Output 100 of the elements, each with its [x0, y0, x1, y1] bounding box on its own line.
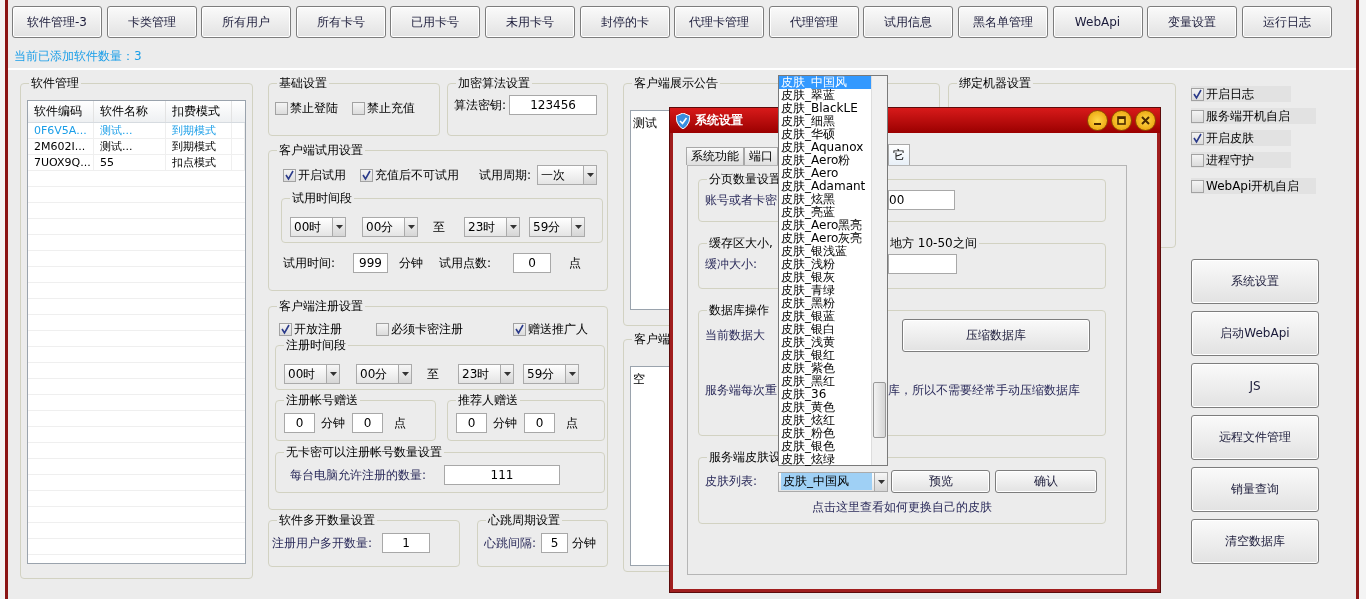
toolbar-button[interactable]: 代理卡管理	[674, 6, 765, 38]
list-item[interactable]: 皮肤_华硕	[779, 128, 871, 141]
dropdown[interactable]: 23时	[464, 217, 520, 237]
list-item[interactable]: 皮肤_银浅蓝	[779, 245, 871, 258]
checkbox[interactable]	[360, 168, 373, 182]
dropdown[interactable]: 00时	[290, 217, 346, 237]
list-item[interactable]: 皮肤_浅黄	[779, 336, 871, 349]
input-field[interactable]: 0	[524, 413, 555, 433]
checkbox[interactable]	[1191, 179, 1204, 193]
list-item[interactable]: 皮肤_BlackLE	[779, 102, 871, 115]
action-button[interactable]: 系统设置	[1191, 259, 1319, 304]
list-item[interactable]: 皮肤_翠蓝	[779, 89, 871, 102]
toolbar-button[interactable]: 卡类管理	[106, 6, 197, 38]
action-button[interactable]: JS	[1191, 363, 1319, 408]
list-item[interactable]: 皮肤_银蓝	[779, 310, 871, 323]
checkbox[interactable]	[1191, 131, 1204, 145]
list-item[interactable]: 皮肤_炫黑	[779, 193, 871, 206]
checkbox[interactable]	[275, 102, 288, 115]
list-item[interactable]: 皮肤_银白	[779, 323, 871, 336]
list-item[interactable]: 皮肤_浅粉	[779, 258, 871, 271]
list-item[interactable]: 皮肤_Aero	[779, 167, 871, 180]
input-field[interactable]: 5	[541, 533, 569, 553]
tab[interactable]: 它	[888, 144, 910, 165]
list-item[interactable]: 皮肤_Aquanox	[779, 141, 871, 154]
dropdown[interactable]: 皮肤_中国风	[778, 471, 888, 492]
list-item[interactable]: 皮肤_炫红	[779, 414, 871, 427]
input-field[interactable]: 111	[444, 465, 561, 485]
list-item[interactable]: 皮肤_紫色	[779, 362, 871, 375]
list-item[interactable]: 皮肤_银灰	[779, 271, 871, 284]
list-item[interactable]: 皮肤_银红	[779, 349, 871, 362]
list-item[interactable]: 皮肤_黄色	[779, 401, 871, 414]
input-field[interactable]: 1	[382, 533, 431, 553]
input-field[interactable]: 0	[513, 253, 552, 273]
compress-button[interactable]: 压缩数据库	[902, 319, 1090, 352]
list-item[interactable]: 皮肤_细黑	[779, 115, 871, 128]
checkbox-label: 必须卡密注册	[391, 321, 463, 338]
toolbar-button[interactable]: 所有用户	[201, 6, 292, 38]
toolbar-button[interactable]: 试用信息	[863, 6, 954, 38]
input-field[interactable]: 0	[352, 413, 383, 433]
help-link[interactable]: 点击这里查看如何更换自己的皮肤	[812, 499, 992, 516]
toolbar-button[interactable]: WebApi	[1052, 6, 1143, 38]
scroll-thumb[interactable]	[873, 382, 886, 438]
dropdown[interactable]: 00分	[356, 364, 412, 384]
field-label: 注册用户多开数量:	[272, 534, 373, 552]
checkbox[interactable]	[283, 168, 296, 182]
checkbox[interactable]	[1191, 153, 1204, 167]
checkbox[interactable]	[1191, 87, 1204, 101]
group-title: 客户端	[634, 332, 670, 346]
action-button[interactable]: 远程文件管理	[1191, 415, 1319, 460]
dropdown[interactable]: 00时	[284, 364, 340, 384]
input-field[interactable]: 123456	[509, 95, 598, 115]
field-label: 分钟	[399, 254, 424, 272]
dropdown[interactable]: 59分	[523, 364, 579, 384]
toolbar-button[interactable]: 封停的卡	[579, 6, 670, 38]
field-label: 分钟	[572, 534, 597, 552]
toolbar-button[interactable]: 变量设置	[1147, 6, 1238, 38]
list-item[interactable]: 皮肤_Aero黑亮	[779, 219, 871, 232]
list-item[interactable]: 皮肤_银色	[779, 440, 871, 453]
list-item[interactable]: 皮肤_炫绿	[779, 453, 871, 466]
toolbar-button[interactable]: 代理管理	[768, 6, 859, 38]
tab[interactable]: 端口	[744, 147, 778, 165]
checkbox[interactable]	[279, 323, 292, 336]
tab[interactable]: 系统功能	[686, 147, 744, 165]
maximize-button[interactable]	[1111, 110, 1132, 131]
preview-button[interactable]: 预览	[891, 470, 990, 493]
close-button[interactable]	[1135, 110, 1156, 131]
list-item[interactable]: 皮肤_Aero灰亮	[779, 232, 871, 245]
input-field[interactable]: 999	[353, 253, 389, 273]
toolbar-button[interactable]: 软件管理-3	[12, 6, 102, 38]
dropdown[interactable]: 00分	[362, 217, 418, 237]
list-item[interactable]: 皮肤_黑粉	[779, 297, 871, 310]
confirm-button[interactable]: 确认	[995, 470, 1097, 493]
action-button[interactable]: 销量查询	[1191, 467, 1319, 512]
list-item[interactable]: 皮肤_青绿	[779, 284, 871, 297]
list-item[interactable]: 皮肤_Aero粉	[779, 154, 871, 167]
minimize-button[interactable]	[1087, 110, 1108, 131]
list-item[interactable]: 皮肤_黑红	[779, 375, 871, 388]
scrollbar[interactable]	[871, 76, 887, 465]
dropdown[interactable]: 23时	[458, 364, 514, 384]
action-button[interactable]: 清空数据库	[1191, 519, 1319, 564]
list-item[interactable]: 皮肤_粉色	[779, 427, 871, 440]
input-field[interactable]: 0	[456, 413, 487, 433]
toolbar-button[interactable]: 运行日志	[1241, 6, 1332, 38]
input-field[interactable]	[888, 254, 957, 274]
toolbar-button[interactable]: 所有卡号	[295, 6, 386, 38]
checkbox[interactable]	[376, 323, 389, 336]
input-field[interactable]: 0	[284, 413, 315, 433]
list-item[interactable]: 皮肤_36	[779, 388, 871, 401]
checkbox[interactable]	[352, 102, 365, 115]
toolbar-button[interactable]: 黑名单管理	[957, 6, 1048, 38]
action-button[interactable]: 启动WebApi	[1191, 311, 1319, 356]
dropdown[interactable]: 59分	[529, 217, 585, 237]
checkbox[interactable]	[1191, 109, 1204, 123]
list-item[interactable]: 皮肤_亮蓝	[779, 206, 871, 219]
toolbar-button[interactable]: 未用卡号	[484, 6, 575, 38]
dropdown[interactable]: 一次	[537, 165, 598, 185]
toolbar-button[interactable]: 已用卡号	[390, 6, 481, 38]
list-item[interactable]: 皮肤_Adamant	[779, 180, 871, 193]
input-field[interactable]: 00	[888, 190, 955, 210]
checkbox[interactable]	[513, 323, 526, 336]
